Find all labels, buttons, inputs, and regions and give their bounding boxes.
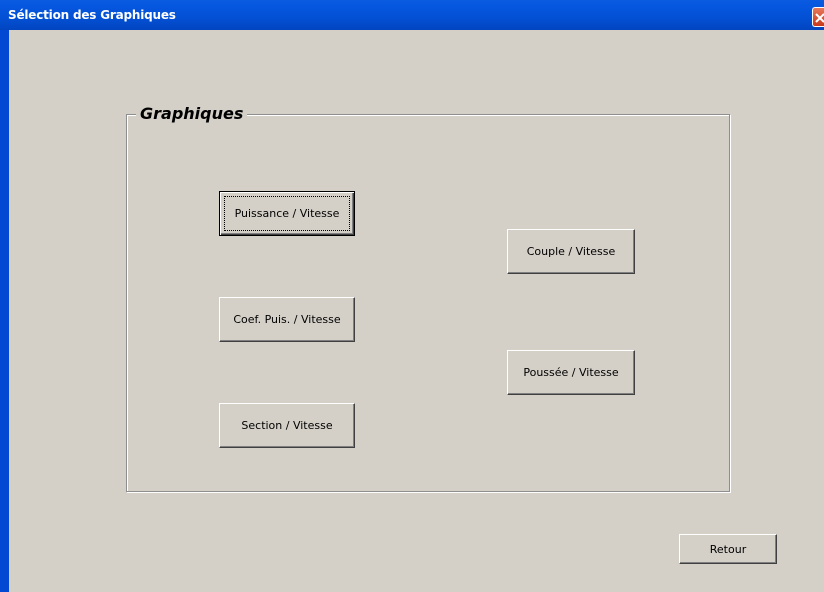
dialog-window: Sélection des Graphiques Graphiques Puis… <box>0 0 824 592</box>
groupbox-legend: Graphiques <box>136 103 248 125</box>
coef-puis-vitesse-label: Coef. Puis. / Vitesse <box>233 313 341 326</box>
retour-button[interactable]: Retour <box>679 534 777 564</box>
poussee-vitesse-label: Poussée / Vitesse <box>523 366 619 379</box>
close-button[interactable] <box>812 7 824 27</box>
section-vitesse-label: Section / Vitesse <box>241 419 333 432</box>
poussee-vitesse-button[interactable]: Poussée / Vitesse <box>507 350 635 395</box>
coef-puis-vitesse-button[interactable]: Coef. Puis. / Vitesse <box>219 297 355 342</box>
section-vitesse-button[interactable]: Section / Vitesse <box>219 403 355 448</box>
puissance-vitesse-label: Puissance / Vitesse <box>234 207 340 220</box>
graphiques-groupbox <box>126 114 730 492</box>
couple-vitesse-button[interactable]: Couple / Vitesse <box>507 229 635 274</box>
retour-label: Retour <box>709 542 747 556</box>
window-title: Sélection des Graphiques <box>8 8 176 22</box>
puissance-vitesse-button[interactable]: Puissance / Vitesse <box>219 191 355 236</box>
window-left-border <box>0 30 9 592</box>
title-bar[interactable]: Sélection des Graphiques <box>0 0 824 30</box>
couple-vitesse-label: Couple / Vitesse <box>526 245 616 258</box>
close-icon <box>815 13 824 23</box>
